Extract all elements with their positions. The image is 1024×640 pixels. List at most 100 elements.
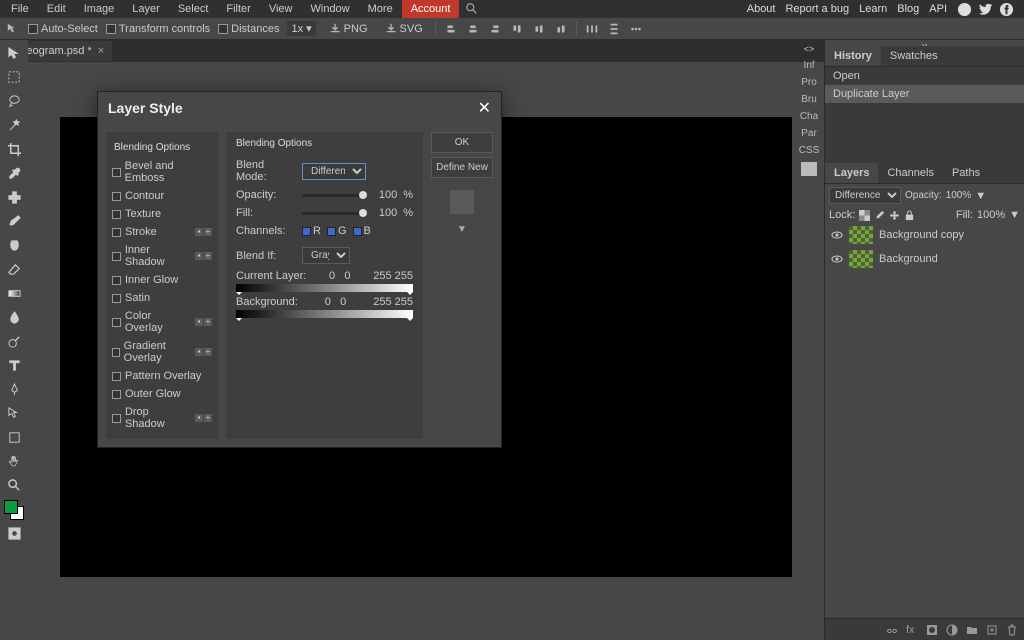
more-align-icon[interactable] (629, 22, 643, 36)
heal-tool[interactable] (3, 186, 25, 208)
zoom-tool[interactable] (3, 474, 25, 496)
align-bottom-icon[interactable] (554, 22, 568, 36)
hand-tool[interactable] (3, 450, 25, 472)
export-png-button[interactable]: PNG (324, 21, 372, 37)
menu-select[interactable]: Select (169, 0, 218, 18)
reddit-icon[interactable] (957, 2, 972, 17)
distribute-h-icon[interactable] (585, 22, 599, 36)
link-about[interactable]: About (747, 3, 776, 15)
folder-icon[interactable] (966, 624, 978, 636)
tab-brush[interactable]: Bru (801, 94, 817, 105)
channel-g-check[interactable]: G (327, 225, 347, 237)
fx-drop-shadow[interactable]: Drop Shadow▪+ (106, 403, 218, 433)
close-tab-icon[interactable]: × (98, 45, 104, 57)
export-svg-button[interactable]: SVG (380, 21, 427, 37)
fx-inner-shadow[interactable]: Inner Shadow▪+ (106, 241, 218, 271)
transform-check[interactable]: Transform controls (106, 23, 210, 35)
fx-contour[interactable]: Contour (106, 187, 218, 205)
channel-r-check[interactable]: R (302, 225, 321, 237)
facebook-icon[interactable] (999, 2, 1014, 17)
chevron-down-icon[interactable]: ▼ (457, 224, 467, 235)
lock-all-icon[interactable] (904, 210, 915, 221)
tab-character[interactable]: Cha (800, 111, 818, 122)
dodge-tool[interactable] (3, 330, 25, 352)
menu-account[interactable]: Account (402, 0, 460, 18)
visibility-icon[interactable] (831, 253, 843, 265)
menu-file[interactable]: File (2, 0, 38, 18)
effects-category[interactable]: Blending Options (106, 138, 218, 157)
lock-transparent-icon[interactable] (859, 210, 870, 221)
color-swatch[interactable] (4, 500, 24, 520)
quickmask-tool[interactable] (3, 522, 25, 544)
auto-select-check[interactable]: Auto-Select (28, 23, 98, 35)
opacity-slider[interactable] (302, 194, 367, 197)
fx-stroke[interactable]: Stroke▪+ (106, 223, 218, 241)
align-center-v-icon[interactable] (532, 22, 546, 36)
zoom-select[interactable]: 1x ▾ (287, 21, 315, 36)
tab-css[interactable]: CSS (799, 145, 820, 156)
lock-move-icon[interactable] (889, 210, 900, 221)
menu-window[interactable]: Window (302, 0, 359, 18)
define-new-button[interactable]: Define New (431, 157, 493, 178)
shape-tool[interactable] (3, 426, 25, 448)
chevron-down-icon[interactable]: ▼ (1009, 209, 1020, 221)
background-gradient[interactable] (236, 310, 413, 318)
menu-edit[interactable]: Edit (38, 0, 75, 18)
select-tool[interactable] (3, 66, 25, 88)
inspector-handle-icon[interactable]: <> (804, 44, 815, 54)
distances-check[interactable]: Distances (218, 23, 279, 35)
tab-layers[interactable]: Layers (825, 163, 878, 183)
layer-row[interactable]: Background copy (825, 223, 1024, 247)
tab-properties[interactable]: Pro (801, 77, 817, 88)
tab-paragraph[interactable]: Par (801, 128, 817, 139)
menu-view[interactable]: View (260, 0, 302, 18)
move-tool[interactable] (3, 42, 25, 64)
blend-mode-select[interactable]: Difference (829, 187, 901, 204)
twitter-icon[interactable] (978, 2, 993, 17)
image-icon[interactable] (801, 162, 817, 176)
fx-satin[interactable]: Satin (106, 289, 218, 307)
tab-paths[interactable]: Paths (943, 163, 989, 183)
align-left-icon[interactable] (444, 22, 458, 36)
link-api[interactable]: API (929, 3, 947, 15)
brush-tool[interactable] (3, 210, 25, 232)
fx-texture[interactable]: Texture (106, 205, 218, 223)
tab-channels[interactable]: Channels (878, 163, 942, 183)
lasso-tool[interactable] (3, 90, 25, 112)
menu-image[interactable]: Image (75, 0, 124, 18)
fx-outer-glow[interactable]: Outer Glow (106, 385, 218, 403)
history-item[interactable]: Open (825, 67, 1024, 85)
opacity-value[interactable]: 100% (946, 190, 972, 201)
path-tool[interactable] (3, 402, 25, 424)
fx-bevel[interactable]: Bevel and Emboss (106, 157, 218, 187)
tab-swatches[interactable]: Swatches (881, 46, 947, 66)
channel-b-check[interactable]: B (353, 225, 371, 237)
mask-icon[interactable] (926, 624, 938, 636)
menu-filter[interactable]: Filter (217, 0, 259, 18)
opacity-value[interactable]: 100 (373, 189, 397, 201)
wand-tool[interactable] (3, 114, 25, 136)
align-top-icon[interactable] (510, 22, 524, 36)
link-report[interactable]: Report a bug (785, 3, 849, 15)
pen-tool[interactable] (3, 378, 25, 400)
fill-value[interactable]: 100% (977, 209, 1005, 221)
ok-button[interactable]: OK (431, 132, 493, 153)
current-layer-gradient[interactable] (236, 284, 413, 292)
link-icon[interactable] (886, 624, 898, 636)
blend-if-select[interactable]: Gray (302, 247, 350, 264)
close-icon[interactable]: ✕ (478, 98, 491, 118)
menu-more[interactable]: More (359, 0, 402, 18)
tab-info[interactable]: Inf (803, 60, 814, 71)
fill-value[interactable]: 100 (373, 207, 397, 219)
clone-tool[interactable] (3, 234, 25, 256)
fx-pattern-overlay[interactable]: Pattern Overlay (106, 367, 218, 385)
layer-row[interactable]: Background (825, 247, 1024, 271)
link-learn[interactable]: Learn (859, 3, 887, 15)
blur-tool[interactable] (3, 306, 25, 328)
type-tool[interactable] (3, 354, 25, 376)
fx-gradient-overlay[interactable]: Gradient Overlay▪+ (106, 337, 218, 367)
chevron-down-icon[interactable]: ▼ (975, 190, 986, 202)
align-center-h-icon[interactable] (466, 22, 480, 36)
adjustment-icon[interactable] (946, 624, 958, 636)
eraser-tool[interactable] (3, 258, 25, 280)
